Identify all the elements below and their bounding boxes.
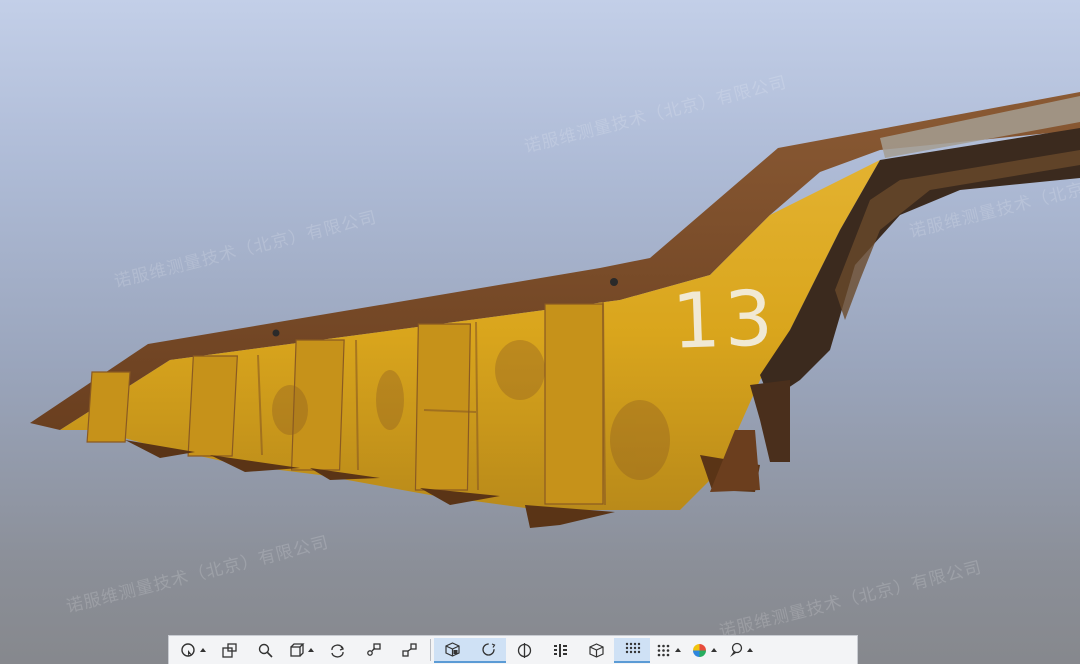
rotate-icon: [330, 643, 344, 658]
shading-icon: [588, 642, 604, 658]
3d-viewport[interactable]: 13 诺服维测量技术（北京）有限公司 诺服维测量技术（北京）有限公司 诺服维测量…: [0, 0, 1080, 664]
color-mode-icon: [693, 643, 706, 657]
fit-icon: [401, 642, 417, 657]
orbit-button[interactable]: [175, 638, 211, 663]
points-icon: [625, 642, 640, 653]
chevron-up-icon: [308, 648, 314, 652]
chevron-up-icon: [200, 648, 206, 652]
pan-icon: [366, 642, 381, 656]
orbit-icon: [181, 642, 195, 657]
style-icon: [730, 642, 743, 657]
layers-icon: [553, 643, 567, 657]
pan-button[interactable]: [355, 638, 391, 663]
view-cube-icon: [290, 642, 305, 657]
points-button[interactable]: [614, 637, 650, 663]
chevron-up-icon: [675, 648, 681, 652]
toolbar-divider: [430, 639, 431, 661]
fit-button[interactable]: [391, 638, 427, 663]
style-button[interactable]: [722, 638, 758, 663]
select-region-button[interactable]: [211, 638, 247, 663]
chevron-up-icon: [711, 648, 717, 652]
section-icon: [517, 642, 531, 658]
shading-button[interactable]: [578, 638, 614, 663]
bed-number-label: 13: [670, 273, 779, 366]
zoom-icon: [258, 643, 273, 658]
zoom-button[interactable]: [247, 638, 283, 663]
view-cube-button[interactable]: [283, 638, 319, 663]
point-size-icon: [657, 644, 670, 656]
select-region-icon: [221, 642, 237, 658]
box-view-button[interactable]: [434, 637, 470, 663]
refresh-view-button[interactable]: [470, 637, 506, 663]
rotate-button[interactable]: [319, 638, 355, 663]
point-size-button[interactable]: [650, 638, 686, 663]
color-mode-button[interactable]: [686, 638, 722, 663]
refresh-view-icon: [481, 642, 495, 656]
view-toolbar: [168, 635, 858, 664]
layers-button[interactable]: [542, 638, 578, 663]
point-cloud-dump-truck-bed: [30, 92, 1080, 528]
chevron-up-icon: [747, 648, 753, 652]
box-view-icon: [444, 641, 460, 657]
section-button[interactable]: [506, 638, 542, 663]
